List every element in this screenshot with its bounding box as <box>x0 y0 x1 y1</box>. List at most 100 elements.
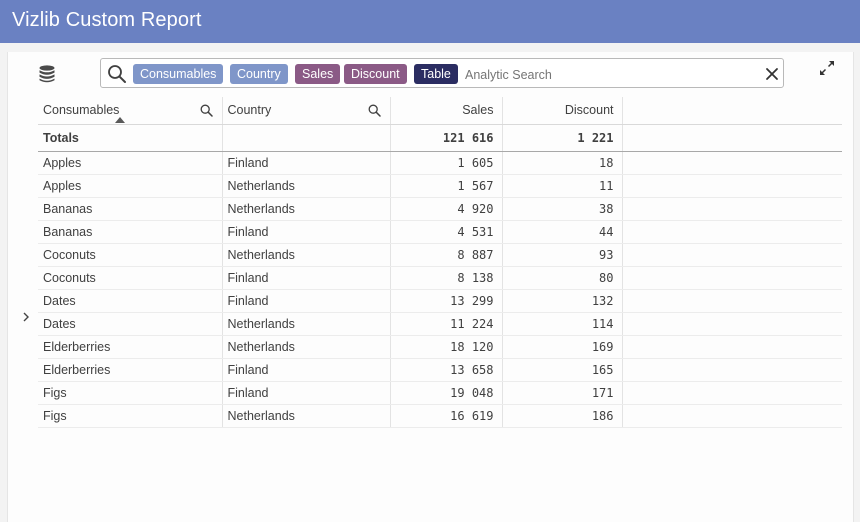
cell-country[interactable]: Netherlands <box>222 335 391 359</box>
cell-sales[interactable]: 1 605 <box>390 151 503 175</box>
cell-empty <box>622 197 842 221</box>
cell-discount[interactable]: 11 <box>502 174 623 198</box>
cell-consumable[interactable]: Elderberries <box>38 358 223 382</box>
column-header-consumables[interactable]: Consumables <box>38 97 223 125</box>
cell-discount[interactable]: 171 <box>502 381 623 405</box>
cell-discount[interactable]: 132 <box>502 289 623 313</box>
cell-consumable[interactable]: Coconuts <box>38 266 223 290</box>
table-row[interactable]: Elderberries Finland 13 658 165 <box>38 358 842 382</box>
cell-discount[interactable]: 80 <box>502 266 623 290</box>
cell-sales[interactable]: 19 048 <box>390 381 503 405</box>
column-header-discount[interactable]: Discount <box>502 97 623 125</box>
cell-sales[interactable]: 1 567 <box>390 174 503 198</box>
cell-discount[interactable]: 93 <box>502 243 623 267</box>
sort-ascending-icon <box>115 116 125 123</box>
cell-country[interactable]: Netherlands <box>222 312 391 336</box>
cell-country[interactable]: Netherlands <box>222 243 391 267</box>
cell-consumable[interactable]: Dates <box>38 312 223 336</box>
cell-empty <box>622 358 842 382</box>
table-row[interactable]: Figs Netherlands 16 619 186 <box>38 404 842 428</box>
table-row[interactable]: Dates Netherlands 11 224 114 <box>38 312 842 336</box>
cell-consumable[interactable]: Apples <box>38 174 223 198</box>
table-row[interactable]: Coconuts Netherlands 8 887 93 <box>38 243 842 267</box>
table-row[interactable]: Elderberries Netherlands 18 120 169 <box>38 335 842 359</box>
cell-empty <box>622 312 842 336</box>
search-chip-consumables[interactable]: Consumables <box>133 64 224 84</box>
chevron-right-icon[interactable] <box>21 311 31 323</box>
cell-sales[interactable]: 16 619 <box>390 404 503 428</box>
cell-sales[interactable]: 11 224 <box>390 312 503 336</box>
table-row[interactable]: Dates Finland 13 299 132 <box>38 289 842 313</box>
cell-country[interactable]: Netherlands <box>222 404 391 428</box>
cell-country[interactable]: Finland <box>222 220 391 244</box>
database-icon[interactable] <box>37 64 57 84</box>
column-header-country[interactable]: Country <box>222 97 391 125</box>
cell-discount[interactable]: 38 <box>502 197 623 221</box>
search-chip-country[interactable]: Country <box>230 64 288 84</box>
column-header-sales[interactable]: Sales <box>390 97 503 125</box>
cell-sales[interactable]: 4 920 <box>390 197 503 221</box>
cell-consumable[interactable]: Apples <box>38 151 223 175</box>
search-icon[interactable] <box>368 104 381 117</box>
expand-icon[interactable] <box>818 59 836 77</box>
table-header-row: Consumables Country Sales Discount <box>38 97 842 125</box>
totals-row: Totals 121 616 1 221 <box>38 124 842 152</box>
cell-empty <box>622 335 842 359</box>
cell-sales[interactable]: 13 658 <box>390 358 503 382</box>
cell-country[interactable]: Finland <box>222 381 391 405</box>
table-row[interactable]: Coconuts Finland 8 138 80 <box>38 266 842 290</box>
cell-sales[interactable]: 18 120 <box>390 335 503 359</box>
cell-empty <box>622 266 842 290</box>
cell-empty <box>622 220 842 244</box>
column-header-empty <box>622 97 842 125</box>
cell-consumable[interactable]: Bananas <box>38 220 223 244</box>
cell-discount[interactable]: 18 <box>502 151 623 175</box>
cell-sales[interactable]: 13 299 <box>390 289 503 313</box>
cell-empty <box>622 243 842 267</box>
cell-consumable[interactable]: Dates <box>38 289 223 313</box>
table-row[interactable]: Figs Finland 19 048 171 <box>38 381 842 405</box>
cell-discount[interactable]: 165 <box>502 358 623 382</box>
cell-consumable[interactable]: Figs <box>38 404 223 428</box>
cell-country[interactable]: Netherlands <box>222 197 391 221</box>
search-icon[interactable] <box>107 64 127 84</box>
totals-empty <box>622 124 842 152</box>
column-header-label: Country <box>227 103 272 118</box>
close-icon[interactable] <box>765 67 779 81</box>
cell-empty <box>622 381 842 405</box>
table-row[interactable]: Bananas Netherlands 4 920 38 <box>38 197 842 221</box>
cell-country[interactable]: Finland <box>222 289 391 313</box>
cell-discount[interactable]: 186 <box>502 404 623 428</box>
analytic-search-bar[interactable]: Consumables Country Sales Discount Table <box>100 58 784 88</box>
report-table: Consumables Country Sales Discount Total… <box>38 97 842 428</box>
cell-country[interactable]: Finland <box>222 266 391 290</box>
cell-country[interactable]: Finland <box>222 151 391 175</box>
search-chip-table[interactable]: Table <box>414 64 458 84</box>
cell-empty <box>622 289 842 313</box>
cell-consumable[interactable]: Bananas <box>38 197 223 221</box>
cell-consumable[interactable]: Coconuts <box>38 243 223 267</box>
totals-sales: 121 616 <box>390 124 503 152</box>
cell-empty <box>622 151 842 175</box>
cell-discount[interactable]: 169 <box>502 335 623 359</box>
cell-sales[interactable]: 8 887 <box>390 243 503 267</box>
cell-sales[interactable]: 8 138 <box>390 266 503 290</box>
search-chip-sales[interactable]: Sales <box>295 64 341 84</box>
cell-country[interactable]: Netherlands <box>222 174 391 198</box>
cell-discount[interactable]: 44 <box>502 220 623 244</box>
cell-discount[interactable]: 114 <box>502 312 623 336</box>
cell-sales[interactable]: 4 531 <box>390 220 503 244</box>
totals-label: Totals <box>38 124 223 152</box>
report-table-container: Consumables Country Sales Discount Total… <box>38 97 842 428</box>
cell-consumable[interactable]: Elderberries <box>38 335 223 359</box>
search-chip-discount[interactable]: Discount <box>344 64 407 84</box>
cell-country[interactable]: Finland <box>222 358 391 382</box>
totals-discount: 1 221 <box>502 124 623 152</box>
cell-consumable[interactable]: Figs <box>38 381 223 405</box>
search-input[interactable] <box>463 63 757 87</box>
table-row[interactable]: Apples Netherlands 1 567 11 <box>38 174 842 198</box>
table-row[interactable]: Apples Finland 1 605 18 <box>38 151 842 175</box>
cell-empty <box>622 174 842 198</box>
table-row[interactable]: Bananas Finland 4 531 44 <box>38 220 842 244</box>
search-icon[interactable] <box>200 104 213 117</box>
